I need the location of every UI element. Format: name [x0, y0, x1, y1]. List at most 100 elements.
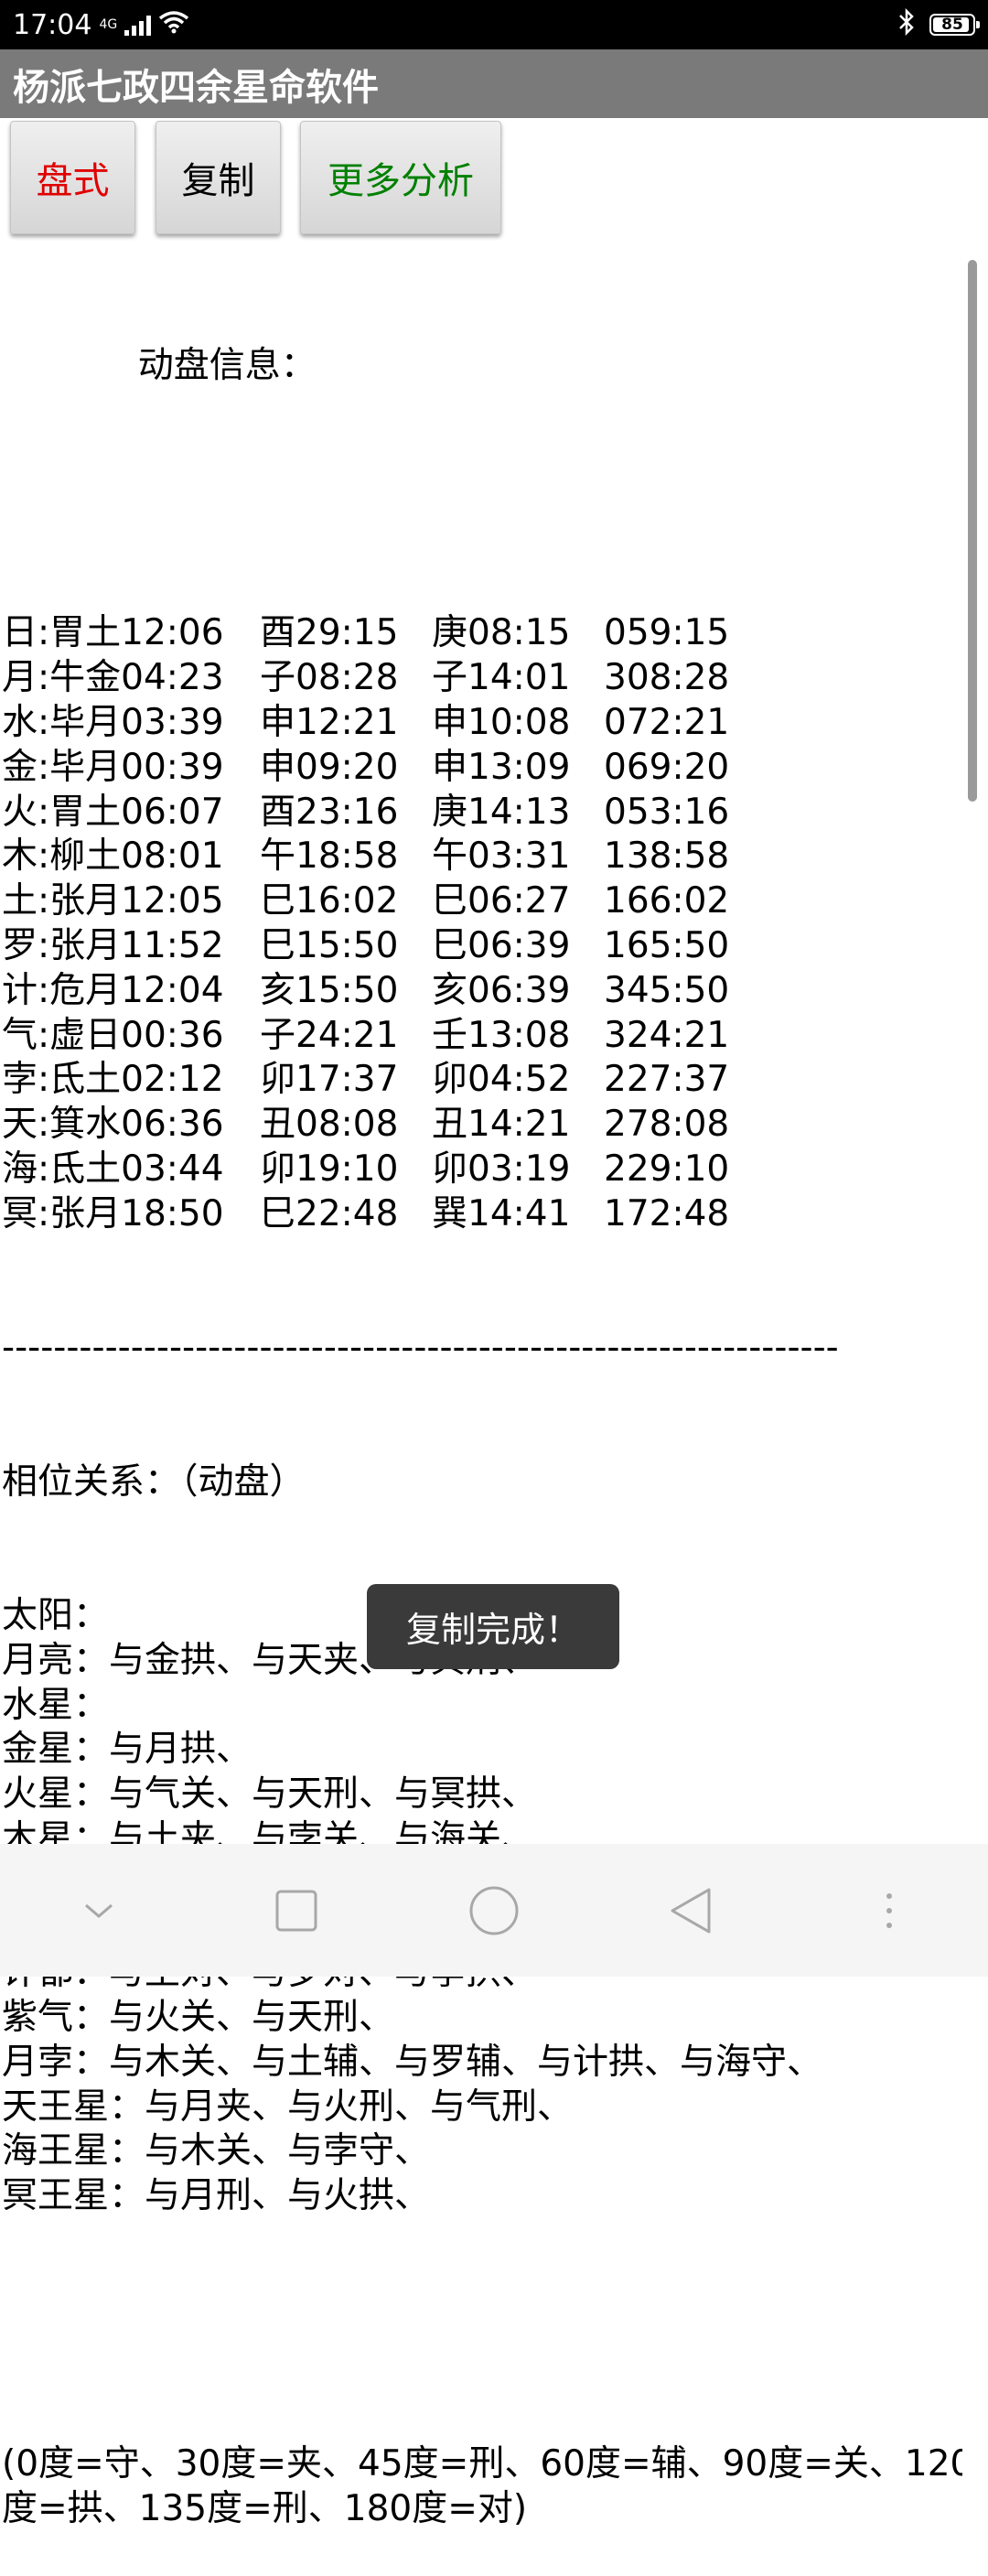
planet-row: 天:箕水06:36 丑08:08 丑14:21 278:08 [2, 1103, 962, 1148]
planet-cell: 227:37 [604, 1059, 730, 1101]
planet-cell: 138:58 [604, 835, 730, 878]
status-bar: 17:04 4G 85 [0, 0, 988, 49]
aspect-row: 天王星：与月夹、与火刑、与气刑、 [2, 2086, 574, 2128]
planet-cell: 庚14:13 [432, 791, 571, 833]
chart-style-button[interactable]: 盘式 [10, 121, 135, 234]
menu-button[interactable] [848, 1870, 930, 1952]
home-button[interactable] [453, 1870, 535, 1952]
planet-cell: 卯17:37 [260, 1059, 399, 1101]
planet-cell: 酉23:16 [260, 791, 399, 833]
toast: 复制完成！ [367, 1584, 619, 1669]
battery-level: 85 [941, 16, 963, 34]
planet-row: 海:氐土03:44 卯19:10 卯03:19 229:10 [2, 1148, 962, 1192]
planet-row: 火:胃土06:07 酉23:16 庚14:13 053:16 [2, 791, 962, 835]
planet-cell: 子24:21 [260, 1014, 399, 1056]
analysis-content[interactable]: 动盘信息： 日:胃土12:06 酉29:15 庚08:15 059:15 月:牛金04:… [2, 254, 962, 2576]
planet-row: 土:张月12:05 巳16:02 巳06:27 166:02 [2, 879, 962, 924]
hide-nav-button[interactable] [58, 1870, 140, 1952]
wifi-icon [158, 9, 189, 41]
more-vert-icon [886, 1892, 892, 1928]
copy-button[interactable]: 复制 [156, 121, 281, 234]
back-button[interactable] [650, 1870, 733, 1952]
network-type: 4G [99, 17, 118, 32]
battery-icon: 85 [929, 14, 980, 36]
planet-cell: 166:02 [604, 880, 730, 922]
planet-cell: 子08:28 [260, 657, 399, 699]
planet-row: 水:毕月03:39 申12:21 申10:08 072:21 [2, 701, 962, 746]
planet-table: 日:胃土12:06 酉29:15 庚08:15 059:15 月:牛金04:23 子08:… [2, 611, 962, 1236]
planet-cell: 巳06:27 [432, 880, 571, 922]
recents-button[interactable] [255, 1870, 338, 1952]
nav-bar [0, 1844, 988, 1977]
planet-cell: 278:08 [604, 1104, 730, 1146]
section-title: 动盘信息： [2, 344, 317, 386]
planet-cell: 丑14:21 [432, 1104, 571, 1146]
planet-cell: 165:50 [604, 924, 730, 966]
aspect-row: 水星： [2, 1684, 110, 1726]
planet-cell: 木:柳土08:01 [2, 835, 224, 878]
planet-cell: 巽14:41 [432, 1192, 571, 1234]
planet-cell: 巳15:50 [260, 924, 399, 966]
toast-message: 复制完成！ [405, 1610, 580, 1650]
planet-cell: 子14:01 [432, 657, 571, 699]
planet-cell: 丑08:08 [260, 1104, 399, 1146]
planet-cell: 火:胃土06:07 [2, 791, 224, 833]
planet-row: 月:牛金04:23 子08:28 子14:01 308:28 [2, 656, 962, 701]
aspect-title: 相位关系：（动盘） [2, 1460, 306, 1503]
square-icon [275, 1890, 317, 1931]
aspect-row: 金星：与月拱、 [2, 1729, 252, 1771]
more-analysis-button[interactable]: 更多分析 [300, 121, 501, 234]
copy-label: 复制 [181, 160, 255, 202]
planet-cell: 土:张月12:05 [2, 880, 224, 922]
planet-cell: 巳16:02 [260, 880, 399, 922]
back-triangle-icon [671, 1888, 711, 1933]
planet-row: 金:毕月00:39 申09:20 申13:09 069:20 [2, 746, 962, 791]
planet-cell: 053:16 [604, 791, 730, 833]
planet-cell: 午03:31 [432, 835, 571, 878]
planet-cell: 日:胃土12:06 [2, 612, 224, 654]
planet-cell: 酉29:15 [260, 612, 399, 654]
planet-cell: 卯04:52 [432, 1059, 571, 1101]
planet-cell: 罗:张月11:52 [2, 924, 224, 966]
aspect-row: 火星：与气关、与天刑、与冥拱、 [2, 1773, 538, 1816]
degree-legend: (0度=守、30度=夹、45度=刑、60度=辅、90度=关、120度=拱、135… [2, 2443, 962, 2529]
planet-cell: 申12:21 [260, 701, 399, 743]
divider: ----------------------------------------… [2, 1327, 839, 1369]
planet-cell: 申13:09 [432, 746, 571, 788]
planet-row: 孛:氐土02:12 卯17:37 卯04:52 227:37 [2, 1058, 962, 1103]
planet-cell: 月:牛金04:23 [2, 657, 224, 699]
planet-cell: 计:危月12:04 [2, 969, 224, 1011]
aspect-row: 冥王星：与月刑、与火拱、 [2, 2175, 431, 2217]
planet-row: 罗:张月11:52 巳15:50 巳06:39 165:50 [2, 924, 962, 969]
planet-cell: 巳22:48 [260, 1192, 399, 1234]
bluetooth-icon [897, 7, 917, 42]
circle-icon [469, 1886, 519, 1935]
more-analysis-label: 更多分析 [328, 160, 474, 202]
aspect-row: 月孛：与木关、与土辅、与罗辅、与计拱、与海守、 [2, 2041, 823, 2083]
planet-cell: 324:21 [604, 1014, 730, 1056]
planet-cell: 冥:张月18:50 [2, 1192, 224, 1234]
planet-cell: 172:48 [604, 1192, 730, 1234]
planet-cell: 069:20 [604, 746, 730, 788]
scrollbar[interactable] [968, 260, 977, 802]
planet-cell: 059:15 [604, 612, 730, 654]
status-time: 17:04 [13, 8, 92, 41]
planet-row: 计:危月12:04 亥15:50 亥06:39 345:50 [2, 969, 962, 1014]
planet-cell: 072:21 [604, 701, 730, 743]
planet-cell: 壬13:08 [432, 1014, 571, 1056]
planet-cell: 亥15:50 [260, 969, 399, 1011]
app-title-bar: 杨派七政四余星命软件 [0, 49, 988, 118]
planet-cell: 午18:58 [260, 835, 399, 878]
planet-row: 日:胃土12:06 酉29:15 庚08:15 059:15 [2, 611, 962, 656]
planet-cell: 申10:08 [432, 701, 571, 743]
planet-cell: 亥06:39 [432, 969, 571, 1011]
planet-cell: 卯19:10 [260, 1148, 399, 1190]
app-title: 杨派七政四余星命软件 [13, 66, 379, 109]
aspect-row: 海王星：与木关、与孛守、 [2, 2130, 431, 2172]
planet-row: 冥:张月18:50 巳22:48 巽14:41 172:48 [2, 1192, 962, 1237]
chart-style-label: 盘式 [36, 160, 110, 202]
aspect-row: 紫气：与火关、与天刑、 [2, 1997, 395, 2039]
planet-row: 木:柳土08:01 午18:58 午03:31 138:58 [2, 835, 962, 879]
planet-cell: 308:28 [604, 657, 730, 699]
chevron-down-icon [85, 1903, 113, 1918]
